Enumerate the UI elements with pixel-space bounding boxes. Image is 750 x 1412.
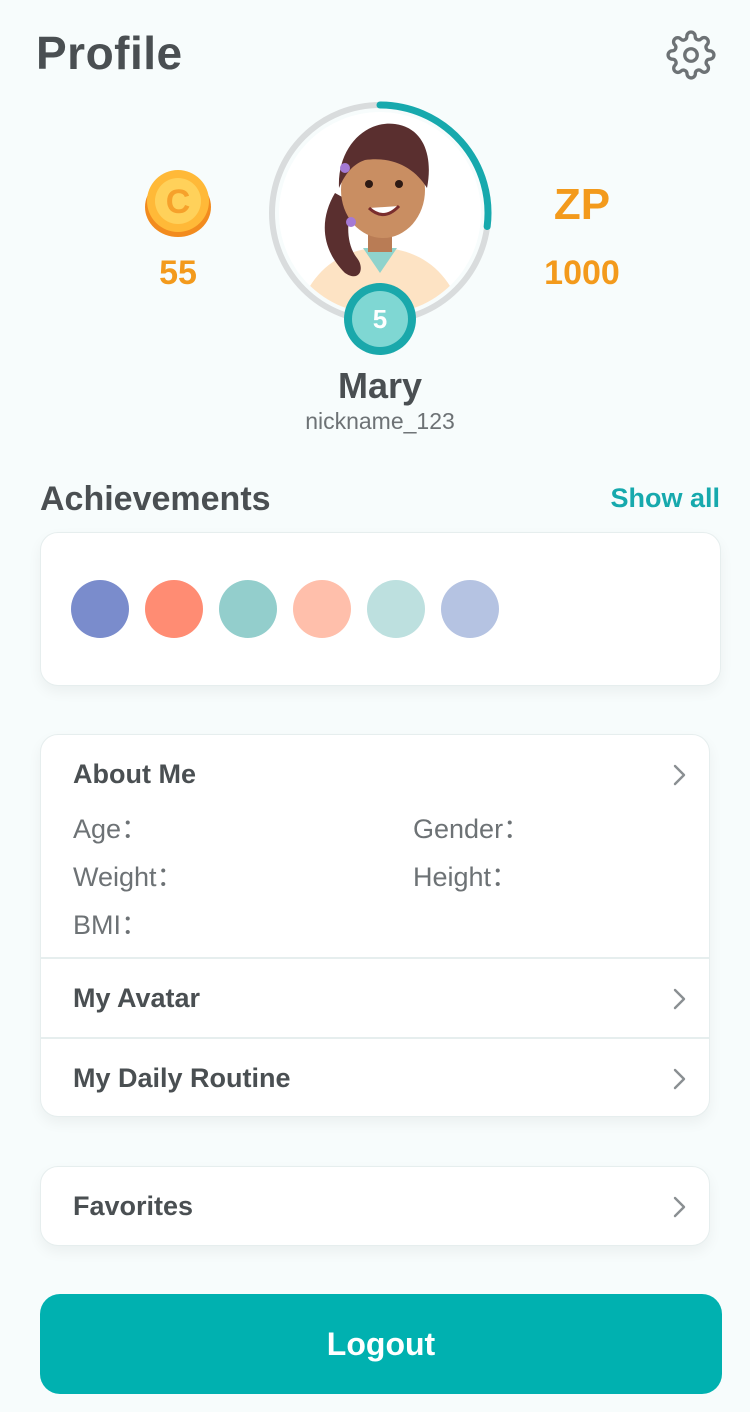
achievement-badge[interactable] (145, 580, 203, 638)
my-avatar-row[interactable]: My Avatar (41, 959, 709, 1037)
favorites-row[interactable]: Favorites (40, 1166, 710, 1246)
achievement-badge[interactable] (441, 580, 499, 638)
favorites-label: Favorites (73, 1191, 194, 1221)
gear-icon (666, 30, 716, 80)
gender-label: Gender： (413, 814, 531, 844)
height-label: Height： (413, 862, 519, 892)
level-number: 5 (352, 291, 408, 347)
my-avatar-label: My Avatar (73, 983, 201, 1013)
zp-label: ZP (553, 180, 611, 229)
profile-menu-card: About Me Age： Gender： Weight： Height： BM… (40, 734, 710, 1117)
show-all-link[interactable]: Show all (600, 483, 720, 514)
settings-button[interactable] (664, 28, 718, 82)
user-nickname: nickname_123 (305, 408, 455, 434)
chevron-right-icon (673, 988, 686, 1010)
age-label: Age： (73, 814, 149, 844)
my-daily-routine-row[interactable]: My Daily Routine (41, 1039, 709, 1117)
logout-button[interactable]: Logout (40, 1294, 722, 1394)
achievements-title: Achievements (40, 480, 271, 518)
user-name: Mary (337, 365, 423, 406)
achievement-badge[interactable] (219, 580, 277, 638)
chevron-right-icon (673, 1068, 686, 1090)
page-title: Profile (36, 27, 183, 79)
achievement-badge[interactable] (71, 580, 129, 638)
chevron-right-icon (673, 764, 686, 786)
achievement-badge[interactable] (293, 580, 351, 638)
bmi-label: BMI： (73, 910, 149, 940)
coin-icon: C (143, 167, 213, 237)
achievements-card (40, 532, 721, 686)
chevron-right-icon (673, 1196, 686, 1218)
coin-letter: C (166, 183, 191, 221)
about-me-title: About Me (73, 759, 196, 789)
about-me-row[interactable]: About Me Age： Gender： Weight： Height： BM… (41, 735, 709, 957)
my-daily-routine-label: My Daily Routine (73, 1063, 291, 1093)
coin-count: 55 (159, 254, 197, 292)
level-badge: 5 (344, 283, 416, 355)
achievement-badge[interactable] (367, 580, 425, 638)
zp-value: 1000 (544, 254, 620, 292)
weight-label: Weight： (73, 862, 184, 892)
